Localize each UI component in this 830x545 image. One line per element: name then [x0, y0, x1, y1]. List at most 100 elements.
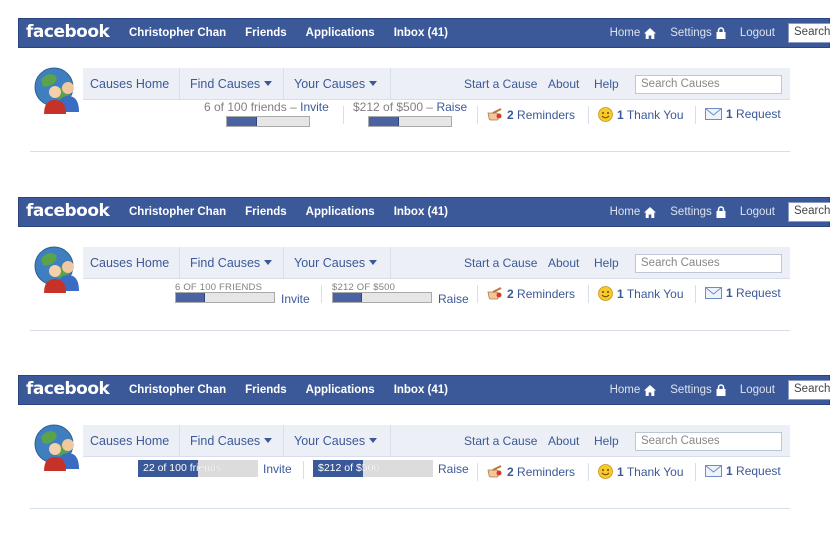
search-causes-input[interactable]: Search Causes [635, 254, 782, 273]
thank-you-link[interactable]: 1 Thank You [598, 464, 684, 479]
thank-you-link[interactable]: 1 Thank You [598, 286, 684, 301]
stats-divider [695, 463, 696, 481]
nav-settings-link[interactable]: Settings [670, 27, 726, 39]
your-causes-menu[interactable]: Your Causes [294, 425, 378, 457]
nav-applications-link[interactable]: Applications [306, 27, 375, 39]
nav-home-label: Home [609, 27, 641, 39]
nav-home-link[interactable]: Home [610, 206, 657, 218]
lock-icon [716, 27, 726, 39]
facebook-search-input[interactable]: Search [788, 23, 830, 43]
facebook-search-input[interactable]: Search [788, 380, 830, 400]
nav-applications-link[interactable]: Applications [306, 206, 375, 218]
nav-inbox-link[interactable]: Inbox (41) [394, 27, 448, 39]
design-variant-3: facebook Christopher Chan Friends Applic… [0, 375, 830, 515]
chevron-down-icon [369, 81, 378, 86]
reminders-link[interactable]: 2 Reminders [487, 464, 575, 479]
chevron-down-icon [264, 260, 273, 265]
friends-progress-bar: 22 of 100 friends 22 of 100 friends [138, 460, 258, 477]
invite-link[interactable]: Invite [300, 100, 329, 114]
nav-logout-link[interactable]: Logout [740, 206, 775, 218]
request-link[interactable]: 1 Request [705, 464, 781, 478]
nav-settings-link[interactable]: Settings [670, 384, 726, 396]
facebook-logo[interactable]: facebook [26, 379, 110, 399]
help-link[interactable]: Help [594, 247, 619, 279]
facebook-logo[interactable]: facebook [26, 22, 110, 42]
search-causes-input[interactable]: Search Causes [635, 75, 782, 94]
envelope-icon [705, 287, 722, 299]
start-cause-link[interactable]: Start a Cause [464, 425, 537, 457]
start-cause-link[interactable]: Start a Cause [464, 68, 537, 100]
nav-profile-link[interactable]: Christopher Chan [129, 384, 226, 396]
facebook-top-bar: facebook Christopher Chan Friends Applic… [18, 375, 830, 405]
friends-progress-fill: 22 of 100 friends [138, 460, 221, 477]
money-progress-bar [332, 292, 432, 303]
reminders-link[interactable]: 2 Reminders [487, 286, 575, 301]
nav-profile-link[interactable]: Christopher Chan [129, 206, 226, 218]
design-variant-1: facebook Christopher Chan Friends Applic… [0, 18, 830, 158]
nav-friends-link[interactable]: Friends [245, 384, 287, 396]
invite-link[interactable]: Invite [263, 462, 292, 476]
facebook-top-bar: facebook Christopher Chan Friends Applic… [18, 18, 830, 48]
about-link[interactable]: About [548, 425, 579, 457]
reminders-link[interactable]: 2 Reminders [487, 107, 575, 122]
envelope-icon [705, 108, 722, 120]
nav-profile-link[interactable]: Christopher Chan [129, 27, 226, 39]
pointing-hand-icon [487, 287, 502, 300]
help-link[interactable]: Help [594, 425, 619, 457]
friends-count-label: 6 of 100 friends [204, 100, 287, 114]
money-progress-bar: $212 of $500 $212 of $500 [313, 460, 433, 477]
chevron-down-icon [369, 438, 378, 443]
search-causes-input[interactable]: Search Causes [635, 432, 782, 451]
find-causes-menu[interactable]: Find Causes [190, 425, 273, 457]
start-cause-link[interactable]: Start a Cause [464, 247, 537, 279]
facebook-logo[interactable]: facebook [26, 201, 110, 221]
money-raised-text: $212 of $500 – Raise [353, 100, 467, 114]
causes-home-link[interactable]: Causes Home [90, 425, 169, 457]
find-causes-menu[interactable]: Find Causes [190, 247, 273, 279]
nav-home-link[interactable]: Home [610, 384, 657, 396]
nav-logout-link[interactable]: Logout [740, 384, 775, 396]
your-causes-menu[interactable]: Your Causes [294, 68, 378, 100]
money-raised-label: $212 of $500 [353, 100, 424, 114]
lock-icon [716, 384, 726, 396]
raise-link[interactable]: Raise [438, 292, 469, 306]
reminders-count: 2 [507, 465, 514, 479]
request-label: Request [736, 464, 781, 478]
invite-link[interactable]: Invite [281, 292, 310, 306]
nav-inbox-link[interactable]: Inbox (41) [394, 206, 448, 218]
thank-you-label: Thank You [626, 287, 684, 301]
causes-home-link[interactable]: Causes Home [90, 68, 169, 100]
raise-link[interactable]: Raise [438, 462, 469, 476]
help-link[interactable]: Help [594, 68, 619, 100]
money-raised-label-overlay: $212 of $500 [318, 462, 380, 474]
about-link[interactable]: About [548, 68, 579, 100]
request-link[interactable]: 1 Request [705, 107, 781, 121]
request-link[interactable]: 1 Request [705, 286, 781, 300]
raise-link[interactable]: Raise [436, 100, 467, 114]
about-link[interactable]: About [548, 247, 579, 279]
your-causes-label: Your Causes [294, 256, 366, 270]
nav-home-link[interactable]: Home [610, 27, 657, 39]
find-causes-label: Find Causes [190, 77, 261, 91]
lock-icon [716, 206, 726, 218]
sub-nav-divider [179, 247, 180, 279]
nav-settings-link[interactable]: Settings [670, 206, 726, 218]
nav-inbox-link[interactable]: Inbox (41) [394, 384, 448, 396]
nav-applications-link[interactable]: Applications [306, 384, 375, 396]
smiley-icon [598, 464, 613, 479]
your-causes-menu[interactable]: Your Causes [294, 247, 378, 279]
find-causes-menu[interactable]: Find Causes [190, 68, 273, 100]
thank-you-count: 1 [617, 108, 624, 122]
facebook-search-input[interactable]: Search [788, 202, 830, 222]
friends-count-label-overlay: 22 of 100 friends [143, 462, 222, 474]
sub-nav-divider [390, 425, 391, 457]
nav-home-label: Home [609, 206, 641, 218]
nav-friends-link[interactable]: Friends [245, 206, 287, 218]
nav-friends-link[interactable]: Friends [245, 27, 287, 39]
thank-you-link[interactable]: 1 Thank You [598, 107, 684, 122]
causes-home-link[interactable]: Causes Home [90, 247, 169, 279]
design-variant-2: facebook Christopher Chan Friends Applic… [0, 197, 830, 337]
thank-you-count: 1 [617, 287, 624, 301]
progress-fill [369, 117, 399, 126]
nav-logout-link[interactable]: Logout [740, 27, 775, 39]
